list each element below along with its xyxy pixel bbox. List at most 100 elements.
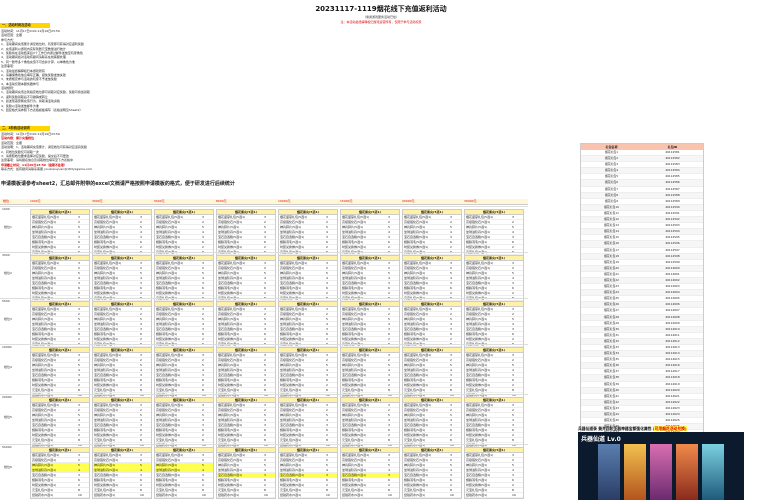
reward-item: 宝石自选箱(5选1) xyxy=(342,473,367,477)
reward-qty: 2 xyxy=(388,312,390,316)
reward-qty: 4 xyxy=(450,368,452,372)
reward-qty: 3 xyxy=(326,473,328,477)
reward-qty: 2 xyxy=(264,458,266,462)
reward-qty: 4 xyxy=(450,276,452,280)
reward-item: 坐骑进阶丹(5选1) xyxy=(280,368,305,372)
reward-qty: 6 xyxy=(202,428,204,432)
tier-side: 档位1 xyxy=(4,225,12,229)
reward-item: 元宝礼包(5选1) xyxy=(342,388,364,392)
reward-item: 坐骑进阶丹(5选1) xyxy=(466,418,491,422)
reward-qty: 3 xyxy=(326,215,328,219)
reward-block: 烟花累充(5选1) 烟花盛宴礼包(5选1) 3 高级强化石(5选1) 2 神兵碎片(5选1… xyxy=(216,209,276,256)
reward-qty: 3 xyxy=(140,453,142,457)
reward-qty: 6 xyxy=(202,378,204,382)
reward-qty: 2 xyxy=(78,266,80,270)
reward-qty: 4 xyxy=(140,322,142,326)
reward-row: 经验药水(5选1) 10 xyxy=(279,493,337,498)
reward-block: 烟花累充(5选1) 烟花盛宴礼包(5选1) 3 高级强化石(5选1) 2 神兵碎片(5选1… xyxy=(92,447,152,499)
reward-item: 烟花盛宴礼包(5选1) xyxy=(404,453,432,457)
reward-item: 元宝礼包(5选1) xyxy=(342,488,364,492)
reward-item: 坐骑进阶丹(5选1) xyxy=(342,322,367,326)
reward-item: 烟花盛宴礼包(5选1) xyxy=(156,353,184,357)
reward-item: 时装兑换券(5选1) xyxy=(156,291,181,295)
reward-qty: 3 xyxy=(388,261,390,265)
reward-qty: 4 xyxy=(140,418,142,422)
reward-item: 烟花盛宴礼包(5选1) xyxy=(280,353,308,357)
reward-qty: 2 xyxy=(78,291,80,295)
card-art-1 xyxy=(598,444,620,500)
gift-name: 烟花礼包38 xyxy=(604,375,619,380)
reward-block: 烟花累充(5选1) 烟花盛宴礼包(5选1) 3 高级强化石(5选1) 2 神兵碎片(5选1… xyxy=(92,301,152,348)
reward-item: 宝石自选箱(5选1) xyxy=(32,473,57,477)
reward-qty: 6 xyxy=(264,378,266,382)
reward-item: 高级强化石(5选1) xyxy=(94,358,119,362)
reward-qty: 3 xyxy=(512,353,514,357)
reward-qty: 3 xyxy=(264,373,266,377)
reward-qty: 6 xyxy=(140,286,142,290)
reward-qty: 8 xyxy=(512,388,514,392)
reward-qty: 6 xyxy=(450,378,452,382)
reward-qty: 2 xyxy=(512,245,514,249)
reward-qty: 8 xyxy=(264,488,266,492)
reward-item: 高级强化石(5选1) xyxy=(342,312,367,316)
reward-qty: 3 xyxy=(388,281,390,285)
reward-item: 高级强化石(5选1) xyxy=(156,408,181,412)
reward-qty: 5 xyxy=(264,363,266,367)
reward-qty: 5 xyxy=(202,363,204,367)
gift-id: 40112598 xyxy=(665,253,680,258)
reward-qty: 3 xyxy=(450,215,452,219)
reward-item: 坐骑进阶丹(5选1) xyxy=(280,468,305,472)
reward-item: 神兵碎片(5选1) xyxy=(404,225,426,229)
reward-item: 宝石自选箱(5选1) xyxy=(32,373,57,377)
gift-id: 40112616 xyxy=(665,363,680,368)
gift-name: 烟花礼包45 xyxy=(604,418,619,423)
reward-qty: 2 xyxy=(264,383,266,387)
reward-item: 高级强化石(5选1) xyxy=(342,266,367,270)
reward-row: 经验药水(5选1) 10 xyxy=(31,493,89,498)
reward-qty: 3 xyxy=(264,281,266,285)
reward-item: 高级强化石(5选1) xyxy=(404,458,429,462)
reward-item: 烟花盛宴礼包(5选1) xyxy=(466,403,494,407)
reward-item: 坐骑进阶丹(5选1) xyxy=(404,322,429,326)
reward-qty: 4 xyxy=(78,368,80,372)
reward-item: 神兵碎片(5选1) xyxy=(404,363,426,367)
reward-qty: 3 xyxy=(512,453,514,457)
reward-block: 烟花累充(5选1) 烟花盛宴礼包(5选1) 3 高级强化石(5选1) 2 神兵碎片(5选1… xyxy=(30,347,90,399)
gift-name: 烟花礼包41 xyxy=(604,393,619,398)
reward-item: 高级强化石(5选1) xyxy=(342,220,367,224)
reward-item: 时装兑换券(5选1) xyxy=(280,433,305,437)
reward-qty: 3 xyxy=(388,327,390,331)
reward-qty: 2 xyxy=(326,433,328,437)
reward-item: 翅膀羽毛(5选1) xyxy=(218,378,240,382)
reward-item: 神兵碎片(5选1) xyxy=(404,413,426,417)
reward-item: 神兵碎片(5选1) xyxy=(218,225,240,229)
reward-item: 元宝礼包(5选1) xyxy=(218,438,240,442)
reward-item: 翅膀羽毛(5选1) xyxy=(342,240,364,244)
reward-item: 宝石自选箱(5选1) xyxy=(218,327,243,331)
reward-qty: 2 xyxy=(388,408,390,412)
reward-item: 神兵碎片(5选1) xyxy=(32,225,54,229)
reward-item: 神兵碎片(5选1) xyxy=(342,463,364,467)
reward-item: 宝石自选箱(5选1) xyxy=(404,373,429,377)
reward-item: 经验药水(5选1) xyxy=(218,493,240,497)
reward-item: 烟花盛宴礼包(5选1) xyxy=(156,261,184,265)
reward-block: 烟花累充(5选1) 烟花盛宴礼包(5选1) 3 高级强化石(5选1) 2 神兵碎片(5选1… xyxy=(216,301,276,348)
reward-item: 时装兑换券(5选1) xyxy=(280,337,305,341)
gift-id: 40112619 xyxy=(665,381,680,386)
reward-qty: 3 xyxy=(140,423,142,427)
reward-qty: 3 xyxy=(450,353,452,357)
card-art-4 xyxy=(676,444,698,500)
gift-id: 40112583 xyxy=(665,162,680,167)
reward-item: 时装兑换券(5选1) xyxy=(94,337,119,341)
reward-item: 翅膀羽毛(5选1) xyxy=(280,240,302,244)
gift-id: 40112624 xyxy=(665,412,680,417)
reward-item: 神兵碎片(5选1) xyxy=(156,317,178,321)
reward-item: 坐骑进阶丹(5选1) xyxy=(280,230,305,234)
reward-block: 烟花累充(5选1) 烟花盛宴礼包(5选1) 3 高级强化石(5选1) 2 神兵碎片(5选1… xyxy=(464,447,524,499)
reward-qty: 3 xyxy=(140,353,142,357)
reward-item: 坐骑进阶丹(5选1) xyxy=(466,230,491,234)
reward-qty: 3 xyxy=(326,423,328,427)
reward-qty: 6 xyxy=(78,286,80,290)
reward-qty: 4 xyxy=(140,368,142,372)
reward-item: 宝石自选箱(5选1) xyxy=(218,473,243,477)
